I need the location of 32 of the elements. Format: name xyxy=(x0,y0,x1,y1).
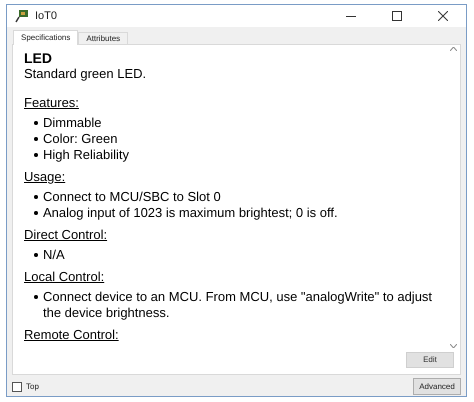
section-heading: Local Control: xyxy=(24,269,106,285)
top-checkbox[interactable]: Top xyxy=(12,380,39,392)
advanced-button[interactable]: Advanced xyxy=(413,378,461,395)
bullet-icon xyxy=(34,295,38,299)
bullet-icon xyxy=(34,253,38,257)
list-item-text: Connect device to an MCU. From MCU, use "analogWrite" to adjust the device brightness. xyxy=(43,289,434,321)
bullet-icon xyxy=(34,153,38,157)
maximize-icon xyxy=(392,11,402,21)
device-icon xyxy=(15,9,29,23)
tab[interactable]: Specifications xyxy=(13,30,78,45)
bullet-icon xyxy=(34,121,38,125)
spec-description: Standard green LED. xyxy=(24,66,148,82)
bullet-icon xyxy=(34,195,38,199)
bullet-icon xyxy=(34,211,38,215)
window-title: IoT0 xyxy=(35,8,58,24)
scroll-down-icon xyxy=(450,344,456,348)
list-item-text: High Reliability xyxy=(43,147,130,163)
list-item-text: Dimmable xyxy=(43,115,103,131)
close-icon xyxy=(438,11,448,21)
section-heading: Features: xyxy=(24,95,80,111)
bullet-icon xyxy=(34,137,38,141)
list-item-text: Color: Green xyxy=(43,131,118,147)
list-item-text: Analog input of 1023 is maximum brightest; 0 is off. xyxy=(43,205,339,221)
list-item-text: N/A xyxy=(43,247,66,263)
list-item-text: Connect to MCU/SBC to Slot 0 xyxy=(43,189,222,205)
section-heading: Direct Control: xyxy=(24,227,108,243)
spec-title: LED xyxy=(24,51,53,66)
scroll-up-icon xyxy=(450,47,456,51)
edit-button[interactable]: Edit xyxy=(406,352,454,368)
section-heading: Usage: xyxy=(24,169,66,185)
tab[interactable]: Attributes xyxy=(78,32,128,44)
section-heading: Remote Control: xyxy=(24,327,120,343)
